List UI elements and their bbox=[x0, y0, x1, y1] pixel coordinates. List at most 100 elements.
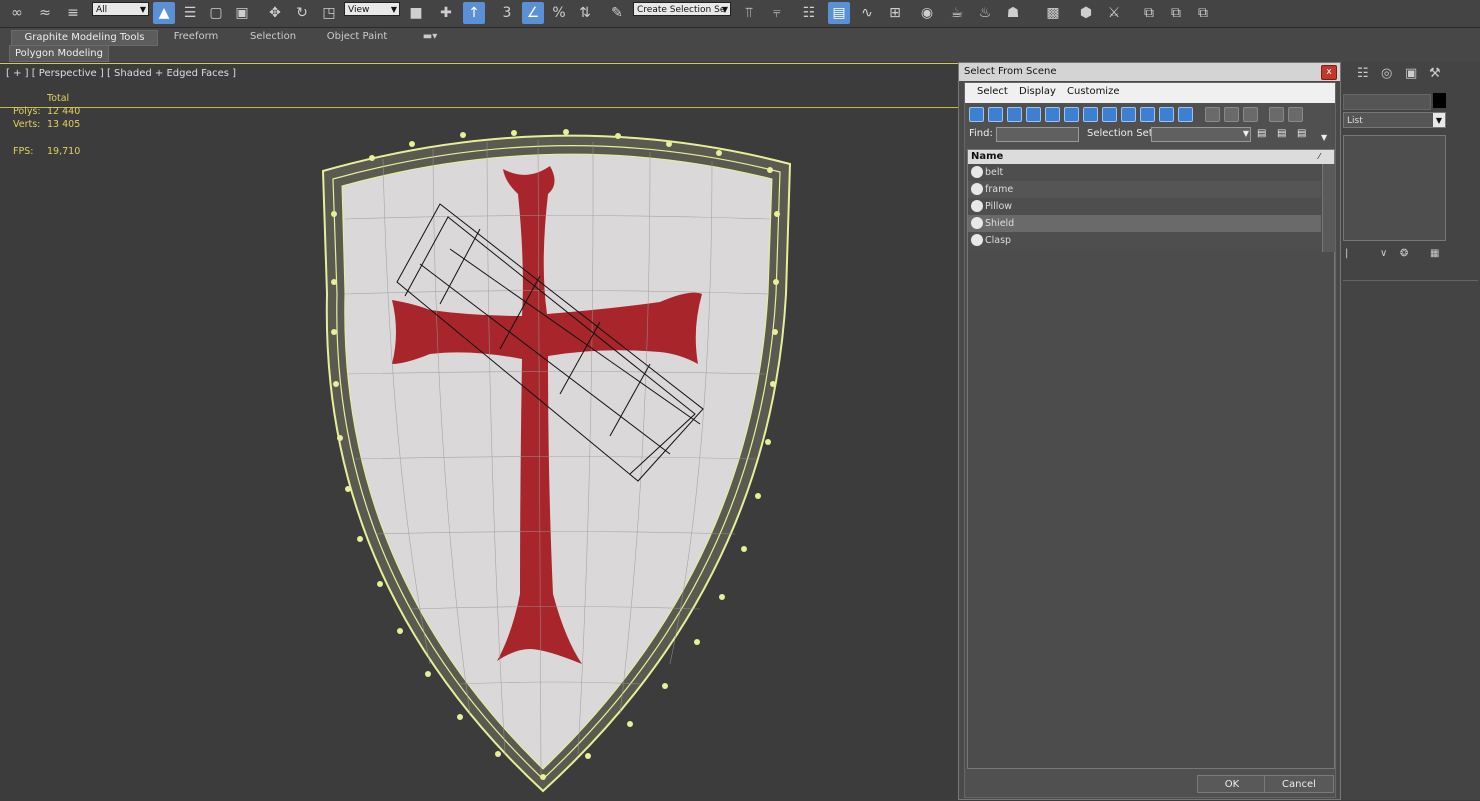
list-scrollbar[interactable] bbox=[1322, 164, 1335, 252]
spinner-snap-icon[interactable]: ⇅ bbox=[574, 2, 596, 24]
display-icon[interactable]: ▣ bbox=[1405, 66, 1417, 81]
menu-customize[interactable]: Customize bbox=[1067, 86, 1120, 97]
xrefs-filter-icon[interactable] bbox=[1102, 107, 1117, 122]
containers-filter-icon[interactable] bbox=[1140, 107, 1155, 122]
ribbon-toggle-icon[interactable]: ▤ bbox=[828, 2, 850, 24]
link-icon[interactable]: ∞ bbox=[6, 2, 28, 24]
scale-icon[interactable]: ◳ bbox=[318, 2, 340, 24]
pivot-center-icon[interactable]: ■ bbox=[405, 2, 427, 24]
menu-select[interactable]: Select bbox=[977, 86, 1008, 97]
bind-space-warp-icon[interactable]: ≡ bbox=[62, 2, 84, 24]
find-input[interactable] bbox=[996, 127, 1079, 142]
ok-button[interactable]: OK bbox=[1197, 775, 1267, 793]
curve-editor-icon[interactable]: ∿ bbox=[856, 2, 878, 24]
list-item[interactable]: Clasp bbox=[968, 232, 1321, 249]
schematic-view-icon[interactable]: ⊞ bbox=[884, 2, 906, 24]
mirror-icon[interactable]: ⫪ bbox=[738, 2, 760, 24]
modifier-list-dropdown[interactable]: List ▼ bbox=[1343, 112, 1446, 128]
pose-icon-3[interactable]: ⧉ bbox=[1192, 2, 1214, 24]
shapes-filter-icon[interactable] bbox=[988, 107, 1003, 122]
align-icon[interactable]: ⫧ bbox=[766, 2, 788, 24]
angle-snap-icon[interactable]: ∠ bbox=[522, 2, 544, 24]
display-none-icon[interactable] bbox=[1224, 107, 1239, 122]
close-icon[interactable]: x bbox=[1321, 65, 1337, 80]
tab-graphite-modeling-tools[interactable]: Graphite Modeling Tools bbox=[11, 30, 158, 46]
keyboard-shortcut-override-icon[interactable]: ↑ bbox=[463, 2, 485, 24]
selection-set-dropdown[interactable]: ▼ bbox=[1151, 127, 1251, 142]
helpers-filter-icon[interactable] bbox=[1045, 107, 1060, 122]
named-selection-dropdown[interactable]: Create Selection Se ▼ bbox=[633, 2, 731, 16]
dialog-title[interactable]: Select From Scene bbox=[959, 63, 1340, 81]
panel-divider bbox=[1343, 280, 1478, 281]
configure-modifier-sets-icon[interactable]: ▦ bbox=[1430, 248, 1439, 259]
material-editor-icon[interactable]: ◉ bbox=[916, 2, 938, 24]
frozen-filter-icon[interactable] bbox=[1159, 107, 1174, 122]
menu-display[interactable]: Display bbox=[1019, 86, 1056, 97]
list-item[interactable]: belt bbox=[968, 164, 1321, 181]
list-item[interactable]: Shield bbox=[968, 215, 1321, 232]
move-icon[interactable]: ✥ bbox=[264, 2, 286, 24]
pose-icon-1[interactable]: ⧉ bbox=[1138, 2, 1160, 24]
ribbon-options-icon[interactable]: ▬▾ bbox=[418, 30, 442, 44]
render-setup-icon[interactable]: ☕ bbox=[946, 2, 968, 24]
script-icon[interactable]: ⚔ bbox=[1103, 2, 1125, 24]
list-item[interactable]: Pillow bbox=[968, 198, 1321, 215]
space-warps-filter-icon[interactable] bbox=[1064, 107, 1079, 122]
rendered-frame-icon[interactable]: ♨ bbox=[974, 2, 996, 24]
select-manipulate-icon[interactable]: ✚ bbox=[435, 2, 457, 24]
select-by-name-icon[interactable]: ☰ bbox=[179, 2, 201, 24]
percent-snap-icon[interactable]: % bbox=[548, 2, 570, 24]
select-object-icon[interactable]: ▲ bbox=[153, 2, 175, 24]
tab-object-paint[interactable]: Object Paint bbox=[320, 30, 394, 44]
filter-options-icon[interactable] bbox=[1288, 107, 1303, 122]
window-crossing-icon[interactable]: ▣ bbox=[231, 2, 253, 24]
bones-filter-icon[interactable] bbox=[1121, 107, 1136, 122]
perspective-viewport[interactable]: [ + ] [ Perspective ] [ Shaded + Edged F… bbox=[0, 63, 958, 801]
hidden-filter-icon[interactable] bbox=[1178, 107, 1193, 122]
selection-filter-dropdown[interactable]: All ▼ bbox=[92, 2, 149, 16]
display-invert-icon[interactable] bbox=[1243, 107, 1258, 122]
select-invert-icon[interactable]: ▤ bbox=[1297, 128, 1306, 139]
pin-stack-icon[interactable]: | bbox=[1345, 248, 1348, 259]
tab-selection[interactable]: Selection bbox=[242, 30, 304, 44]
layer-manager-icon[interactable]: ☷ bbox=[798, 2, 820, 24]
select-none-icon[interactable]: ▤ bbox=[1277, 128, 1286, 139]
geometry-filter-icon[interactable] bbox=[969, 107, 984, 122]
cameras-filter-icon[interactable] bbox=[1026, 107, 1041, 122]
pose-icon-2[interactable]: ⧉ bbox=[1165, 2, 1187, 24]
display-all-icon[interactable] bbox=[1205, 107, 1220, 122]
sort-icon: ⁄ bbox=[1318, 152, 1320, 161]
scene-explorer-icon[interactable]: ▩ bbox=[1042, 2, 1064, 24]
tab-freeform[interactable]: Freeform bbox=[166, 30, 226, 44]
show-end-result-icon[interactable]: ∨ bbox=[1380, 248, 1387, 259]
lights-filter-icon[interactable] bbox=[1007, 107, 1022, 122]
selection-filter-value: All bbox=[96, 5, 108, 15]
scene-object-list[interactable]: Name ⁄ belt frame Pillow Shield Clasp bbox=[967, 149, 1335, 769]
rectangular-selection-icon[interactable]: ▢ bbox=[205, 2, 227, 24]
rotate-icon[interactable]: ↻ bbox=[291, 2, 313, 24]
reference-coordinate-dropdown[interactable]: View ▼ bbox=[344, 2, 400, 16]
render-icon[interactable]: ☗ bbox=[1002, 2, 1024, 24]
shield-model[interactable] bbox=[0, 64, 958, 801]
chevron-down-icon: ▼ bbox=[1242, 129, 1249, 138]
motion-icon[interactable]: ◎ bbox=[1381, 66, 1392, 81]
make-unique-icon[interactable]: ❂ bbox=[1400, 248, 1408, 259]
filter-icon[interactable] bbox=[1269, 107, 1284, 122]
utilities-icon[interactable]: ⚒ bbox=[1429, 66, 1441, 81]
cancel-button[interactable]: Cancel bbox=[1264, 775, 1334, 793]
name-column-header[interactable]: Name ⁄ bbox=[968, 150, 1334, 164]
snaps-toggle-icon[interactable]: 3 bbox=[496, 2, 518, 24]
groups-filter-icon[interactable] bbox=[1083, 107, 1098, 122]
edit-named-selection-icon[interactable]: ✎ bbox=[606, 2, 628, 24]
hierarchy-icon[interactable]: ☷ bbox=[1357, 66, 1369, 81]
tab-polygon-modeling[interactable]: Polygon Modeling bbox=[9, 45, 109, 62]
expand-toolbar-icon[interactable]: ▼ bbox=[1321, 133, 1327, 142]
container-icon[interactable]: ⬢ bbox=[1075, 2, 1097, 24]
list-item[interactable]: frame bbox=[968, 181, 1321, 198]
select-all-icon[interactable]: ▤ bbox=[1257, 128, 1266, 139]
object-name: frame bbox=[985, 184, 1014, 195]
object-name-field[interactable] bbox=[1343, 94, 1431, 110]
modifier-stack[interactable] bbox=[1343, 135, 1446, 241]
object-color-swatch[interactable] bbox=[1433, 93, 1446, 108]
unlink-icon[interactable]: ≈ bbox=[34, 2, 56, 24]
